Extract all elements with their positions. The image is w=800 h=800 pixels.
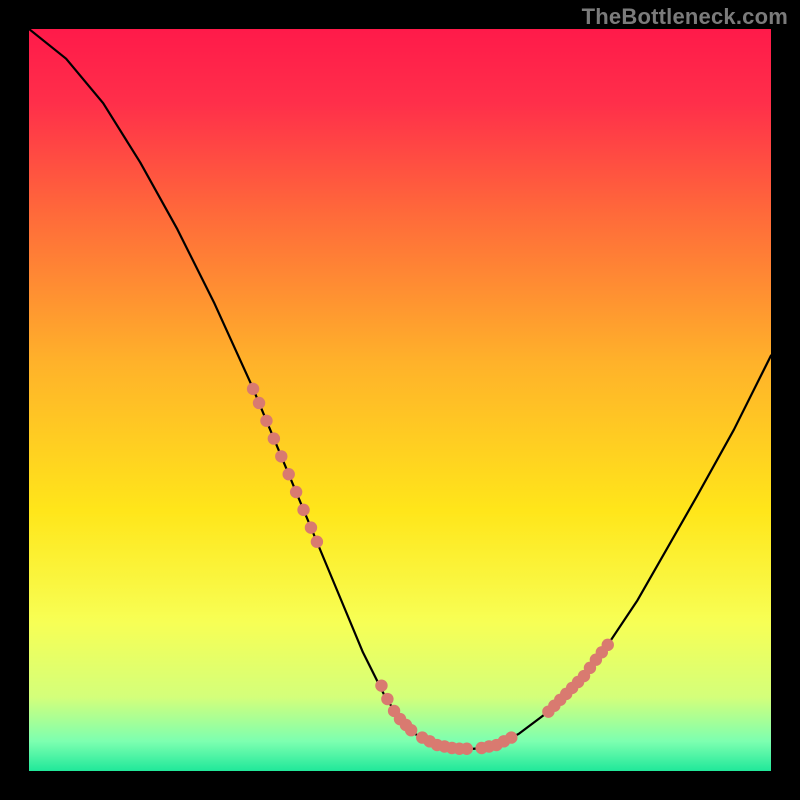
chart-canvas bbox=[29, 29, 771, 771]
marker-dot bbox=[602, 639, 614, 651]
marker-dot bbox=[275, 450, 287, 462]
plot-area bbox=[29, 29, 771, 771]
marker-dot bbox=[268, 432, 280, 444]
watermark-label: TheBottleneck.com bbox=[582, 4, 788, 30]
marker-dot bbox=[283, 468, 295, 480]
marker-dot bbox=[247, 383, 259, 395]
marker-dot bbox=[290, 486, 302, 498]
marker-dot bbox=[311, 536, 323, 548]
gradient-background bbox=[29, 29, 771, 771]
marker-dot bbox=[381, 693, 393, 705]
marker-dot bbox=[297, 504, 309, 516]
marker-dot bbox=[305, 521, 317, 533]
marker-dot bbox=[405, 724, 417, 736]
marker-dot bbox=[375, 679, 387, 691]
marker-dot bbox=[505, 731, 517, 743]
marker-dot bbox=[461, 743, 473, 755]
outer-frame: TheBottleneck.com bbox=[0, 0, 800, 800]
marker-dot bbox=[253, 397, 265, 409]
marker-dot bbox=[260, 415, 272, 427]
